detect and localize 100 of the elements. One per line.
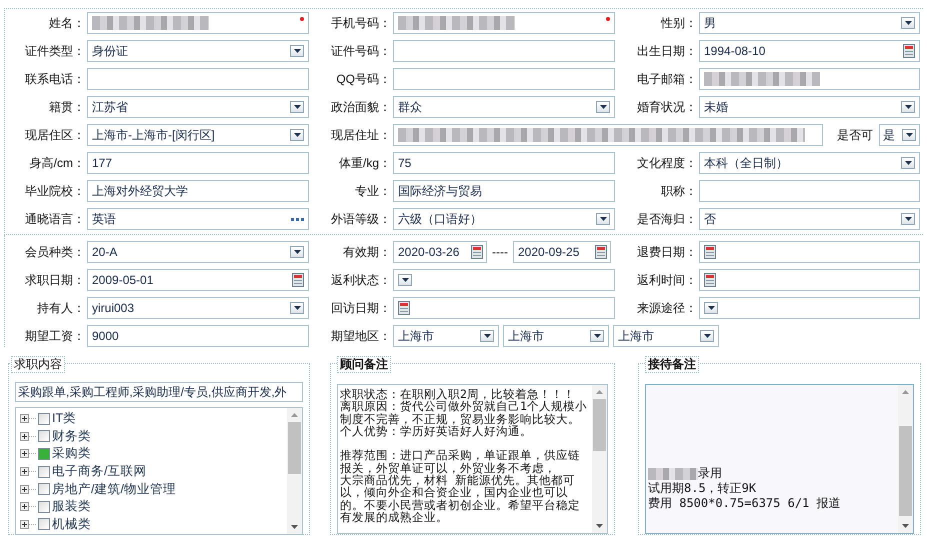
text-field[interactable] <box>87 12 309 34</box>
dropdown-field[interactable]: 是 <box>879 124 920 146</box>
scrollbar-thumb[interactable] <box>288 422 301 474</box>
date-field[interactable] <box>699 241 920 263</box>
dropdown-field[interactable]: 身份证 <box>87 40 309 62</box>
dropdown-field[interactable] <box>699 297 920 319</box>
tree-item[interactable]: 财务类 <box>52 428 91 445</box>
caret-icon[interactable] <box>704 302 718 314</box>
dropdown-field[interactable]: 上海市-上海市-[闵行区] <box>87 124 309 146</box>
expand-icon[interactable] <box>20 484 36 494</box>
scroll-down-icon[interactable] <box>596 524 603 528</box>
text-field[interactable]: 英语 <box>87 208 309 230</box>
checkbox[interactable] <box>38 518 50 530</box>
expand-icon[interactable] <box>20 432 36 441</box>
caret-icon[interactable] <box>590 330 604 342</box>
expand-icon[interactable] <box>20 502 36 512</box>
dropdown-field[interactable]: 群众 <box>393 96 615 118</box>
date-field[interactable] <box>699 269 920 291</box>
calendar-icon[interactable] <box>704 273 716 287</box>
caret-icon[interactable] <box>902 129 916 141</box>
tree-item[interactable]: IT类 <box>52 410 76 428</box>
calendar-icon[interactable] <box>704 245 716 259</box>
checkbox[interactable] <box>38 483 50 496</box>
field-label: 求职日期： <box>24 272 86 288</box>
dropdown-field[interactable]: 上海市 <box>393 325 499 347</box>
caret-icon[interactable] <box>290 302 304 314</box>
text-field[interactable]: 177 <box>87 152 309 174</box>
caret-icon[interactable] <box>596 101 610 113</box>
field-label: 期望工资： <box>24 328 86 344</box>
dropdown-field[interactable]: 六级（口语好） <box>393 208 615 230</box>
expand-icon[interactable] <box>20 520 36 529</box>
text-field[interactable]: 采购跟单,采购工程师,采购助理/专员,供应商开发,外 <box>15 382 303 402</box>
text-field[interactable]: 9000 <box>87 325 309 347</box>
expand-icon[interactable] <box>20 414 36 424</box>
scrollbar-thumb[interactable] <box>899 426 912 516</box>
text-field[interactable]: 75 <box>393 152 615 174</box>
scrollbar[interactable] <box>898 385 913 533</box>
calendar-icon[interactable] <box>903 44 915 58</box>
more-icon[interactable] <box>291 218 304 220</box>
text-field[interactable] <box>87 68 309 90</box>
calendar-icon[interactable] <box>398 301 410 315</box>
date-field[interactable]: 2020-09-25 <box>512 241 611 263</box>
checkbox[interactable] <box>38 500 50 513</box>
scroll-up-icon[interactable] <box>902 390 909 394</box>
caret-icon[interactable] <box>596 213 610 225</box>
tree-item[interactable]: 服装类 <box>52 498 91 516</box>
text-field[interactable]: 上海对外经贸大学 <box>87 180 309 202</box>
expand-icon[interactable] <box>20 467 36 476</box>
scroll-up-icon[interactable] <box>596 390 603 394</box>
text-field[interactable] <box>699 180 920 202</box>
checkbox[interactable] <box>38 412 50 425</box>
text-field[interactable] <box>393 40 615 62</box>
text-field[interactable] <box>393 12 615 34</box>
date-field[interactable]: 2009-05-01 <box>87 269 309 291</box>
tree-item[interactable]: 采购类 <box>52 445 91 462</box>
caret-icon[interactable] <box>290 101 304 113</box>
tree-item[interactable]: 电子商务/互联网 <box>52 463 146 480</box>
tree-item[interactable]: 房地产/建筑/物业管理 <box>52 480 176 498</box>
dropdown-field[interactable]: 江苏省 <box>87 96 309 118</box>
date-field[interactable] <box>393 297 615 319</box>
scrollbar[interactable] <box>287 408 302 534</box>
dropdown-field[interactable]: 否 <box>699 208 920 230</box>
scroll-up-icon[interactable] <box>291 413 298 417</box>
text-field[interactable] <box>699 68 920 90</box>
text-field[interactable]: 国际经济与贸易 <box>393 180 615 202</box>
checkbox[interactable] <box>38 466 50 478</box>
caret-icon[interactable] <box>480 330 494 342</box>
caret-icon[interactable] <box>700 330 714 342</box>
dropdown-field[interactable]: 20-A <box>87 241 309 263</box>
caret-icon[interactable] <box>901 157 915 169</box>
calendar-icon[interactable] <box>292 273 304 287</box>
caret-icon[interactable] <box>901 213 915 225</box>
calendar-icon[interactable] <box>471 245 483 259</box>
caret-icon[interactable] <box>901 17 915 29</box>
caret-icon[interactable] <box>398 274 412 286</box>
dropdown-field[interactable]: yirui003 <box>87 297 309 319</box>
scrollbar-thumb[interactable] <box>593 399 606 451</box>
field-label: 退费日期： <box>636 244 698 260</box>
dropdown-field[interactable] <box>393 269 615 291</box>
dropdown-field[interactable]: 上海市 <box>613 325 719 347</box>
dropdown-field[interactable]: 未婚 <box>699 96 920 118</box>
caret-icon[interactable] <box>290 45 304 57</box>
tree-item[interactable]: 机械类 <box>52 516 91 533</box>
text-field[interactable] <box>393 68 615 90</box>
caret-icon[interactable] <box>901 101 915 113</box>
dropdown-field[interactable]: 上海市 <box>503 325 609 347</box>
date-field[interactable]: 2020-03-26 <box>393 241 487 263</box>
dropdown-field[interactable]: 男 <box>699 12 920 34</box>
date-field[interactable]: 1994-08-10 <box>699 40 920 62</box>
scrollbar[interactable] <box>592 385 607 533</box>
dropdown-field[interactable]: 本科（全日制） <box>699 152 920 174</box>
scroll-down-icon[interactable] <box>902 524 909 528</box>
caret-icon[interactable] <box>290 246 304 258</box>
caret-icon[interactable] <box>290 129 304 141</box>
checkbox[interactable] <box>38 430 50 442</box>
checkbox[interactable] <box>38 448 50 460</box>
expand-icon[interactable] <box>20 449 36 458</box>
scroll-down-icon[interactable] <box>291 525 298 529</box>
calendar-icon[interactable] <box>594 245 607 259</box>
text-field[interactable] <box>393 124 823 146</box>
